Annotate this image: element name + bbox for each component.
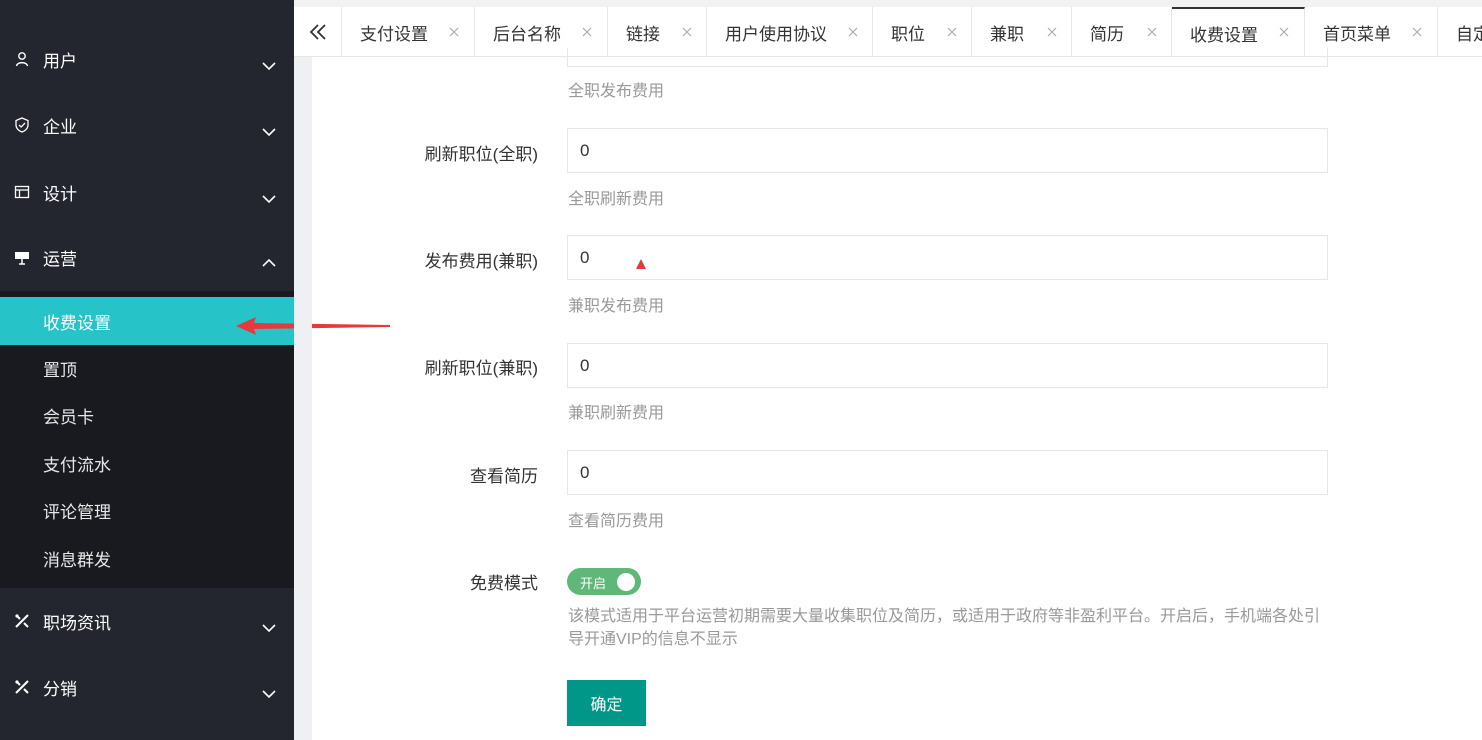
submenu-item-broadcast[interactable]: 消息群发: [0, 534, 294, 582]
close-icon[interactable]: [1412, 27, 1422, 37]
chevron-down-icon: [262, 195, 276, 204]
close-icon[interactable]: [848, 27, 858, 37]
tab-scroll-left-button[interactable]: [294, 7, 342, 56]
tab-label: 链接: [626, 24, 660, 44]
tab-label: 兼职: [990, 24, 1024, 44]
chevron-down-icon: [262, 690, 276, 699]
chevron-down-icon: [262, 128, 276, 137]
toggle-text: 开启: [580, 576, 607, 591]
nav-item-company[interactable]: 企业: [0, 97, 294, 153]
tab-label: 用户使用协议: [725, 24, 827, 44]
chevron-up-icon: [262, 258, 276, 267]
sidebar: 用户 企业 设计 运营 收费设置 置顶 会员卡 支付流水 评论管理 消息群发 职…: [0, 0, 294, 740]
tab-label: 后台名称: [493, 24, 561, 44]
free-mode-label: 免费模式: [470, 574, 538, 593]
publish-parttime-label: 发布费用(兼职): [424, 252, 538, 271]
refresh-fulltime-input[interactable]: [567, 128, 1328, 173]
tab-label: 支付设置: [360, 24, 428, 44]
free-mode-description: 该模式适用于平台运营初期需要大量收集职位及简历，或适用于政府等非盈利平台。开启后…: [568, 608, 1321, 648]
close-icon[interactable]: [582, 27, 592, 37]
refresh-parttime-input[interactable]: [567, 343, 1328, 388]
tools-icon: [14, 613, 30, 629]
submenu-item-comments[interactable]: 评论管理: [0, 486, 294, 534]
chevron-down-icon: [262, 62, 276, 71]
submenu-label: 评论管理: [43, 502, 111, 522]
view-resume-hint: 查看简历费用: [568, 513, 665, 530]
nav-item-distribution[interactable]: 分销: [0, 659, 294, 715]
close-icon[interactable]: [449, 27, 459, 37]
submenu-item-pin-top[interactable]: 置顶: [0, 344, 294, 392]
tab-label: 简历: [1090, 24, 1124, 44]
submenu-label: 会员卡: [43, 407, 94, 427]
double-chevron-left-icon: [309, 24, 326, 40]
close-icon[interactable]: [947, 27, 957, 37]
tab-label: 自定: [1456, 24, 1482, 44]
nav-label-user: 用户: [43, 51, 77, 71]
nav-item-user[interactable]: 用户: [0, 31, 294, 87]
tab-label: 收费设置: [1190, 25, 1258, 45]
annotation-marker-icon: [636, 259, 646, 269]
user-icon: [14, 51, 30, 67]
nav-label-company: 企业: [43, 117, 77, 137]
view-resume-label: 查看简历: [470, 467, 538, 486]
submenu-label: 支付流水: [43, 455, 111, 475]
nav-label-design: 设计: [43, 184, 77, 204]
free-mode-toggle[interactable]: 开启: [567, 568, 641, 595]
tab-label: 职位: [891, 24, 925, 44]
nav-label-operations: 运营: [43, 249, 77, 269]
annotation-arrow-icon: [236, 317, 390, 335]
publish-parttime-input[interactable]: [567, 235, 1328, 280]
tab-bar-top-strip: [294, 0, 1482, 7]
refresh-fulltime-hint: 全职刷新费用: [568, 191, 665, 208]
submenu-label: 置顶: [43, 360, 77, 380]
nav-label-distribution: 分销: [43, 679, 77, 699]
tools-icon: [14, 679, 30, 695]
refresh-fulltime-label: 刷新职位(全职): [424, 145, 538, 164]
nav-item-design[interactable]: 设计: [0, 164, 294, 220]
tab-label: 首页菜单: [1323, 24, 1391, 44]
fulltime-publish-hint: 全职发布费用: [568, 83, 665, 100]
refresh-parttime-label: 刷新职位(兼职): [424, 359, 538, 378]
fulltime-publish-fee-input[interactable]: [567, 48, 1328, 67]
shield-check-icon: [14, 117, 30, 133]
refresh-parttime-hint: 兼职刷新费用: [568, 405, 665, 422]
close-icon[interactable]: [1279, 27, 1289, 37]
view-resume-input[interactable]: [567, 450, 1328, 495]
close-icon[interactable]: [682, 27, 692, 37]
publish-parttime-hint: 兼职发布费用: [568, 298, 665, 315]
nav-item-operations[interactable]: 运营: [0, 229, 294, 285]
submit-button[interactable]: 确定: [567, 680, 646, 726]
toggle-knob: [617, 573, 635, 591]
close-icon[interactable]: [1147, 27, 1157, 37]
close-icon[interactable]: [1047, 27, 1057, 37]
nav-label-career-news: 职场资讯: [43, 613, 111, 633]
submenu-label: 收费设置: [43, 313, 111, 333]
tab-payment-settings[interactable]: 支付设置: [342, 7, 475, 56]
tab-custom[interactable]: 自定: [1438, 7, 1482, 56]
presentation-icon: [14, 249, 30, 265]
submenu-item-member-card[interactable]: 会员卡: [0, 391, 294, 439]
submenu-item-payment-flow[interactable]: 支付流水: [0, 439, 294, 487]
content-gutter: [294, 56, 312, 740]
chevron-down-icon: [262, 624, 276, 633]
nav-item-career-news[interactable]: 职场资讯: [0, 593, 294, 649]
layout-icon: [14, 184, 30, 200]
submenu-label: 消息群发: [43, 550, 111, 570]
